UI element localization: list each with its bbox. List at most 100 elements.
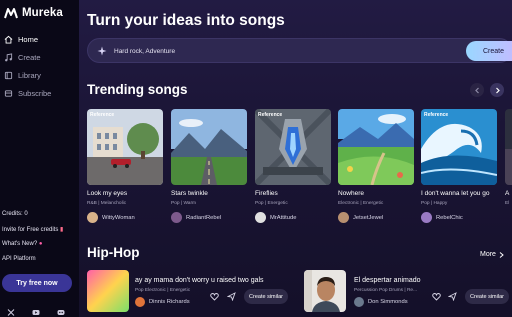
sidebar-item-subscribe[interactable]: Subscribe [4,89,51,98]
song-author[interactable]: Dinnis Richards [135,297,190,307]
app-window: Mureka Home Create Library Subscribe Cre… [0,0,512,317]
song-title: Stars twinkle [171,190,208,197]
song-cover[interactable] [338,109,414,185]
prompt-bar: Create [87,38,512,63]
try-free-button[interactable]: Try free now [2,274,72,292]
more-label: More [480,251,496,258]
x-icon[interactable] [7,309,15,316]
cover-image-mech [255,109,331,185]
song-title: Fireflies [255,190,278,197]
reference-badge: Reference [424,112,449,118]
song-tags: Percussion Pop Drums | Re... [354,288,418,293]
song-author[interactable]: RadiantRebel [171,212,221,223]
music-note-icon [5,53,13,62]
cover-image-valley [338,109,414,185]
song-card[interactable]: Reference Fireflies Pop | Energetic MrAt… [255,109,331,223]
trending-title: Trending songs [87,82,188,97]
create-similar-button[interactable]: Create similar [244,289,288,304]
song-tags: El [505,201,510,206]
song-card[interactable]: Reference Look my eyes R&B | Melancholic… [87,109,163,223]
invite-link[interactable]: Invite for Free credits ▮ [2,226,63,233]
song-tags: Pop | Happy [421,201,448,206]
api-platform-link[interactable]: API Platform [2,256,36,262]
song-card[interactable]: Stars twinkle Pop | Warm RadiantRebel [171,109,247,223]
heart-icon[interactable] [432,292,441,301]
thumbnail-portrait [304,270,346,312]
song-card[interactable]: Nowhere Electronic | Energetic JetsetJew… [338,109,414,223]
song-thumbnail[interactable] [304,270,346,312]
cover-image-mountain-road [171,109,247,185]
song-cover[interactable] [171,109,247,185]
logo[interactable]: Mureka [4,7,63,19]
sidebar: Mureka Home Create Library Subscribe Cre… [0,0,79,317]
list-item[interactable]: El despertar animado Percussion Pop Drum… [304,270,512,314]
carousel-next-button[interactable] [490,83,504,97]
song-cover[interactable]: Reference [255,109,331,185]
author-name: WittyWoman [102,214,135,221]
sidebar-item-home[interactable]: Home [4,35,38,44]
song-tags: Electronic | Energetic [338,201,384,206]
song-card[interactable]: Reference I don't wanna let you go Pop |… [421,109,497,223]
credits-count: Credits: 0 [2,211,28,217]
song-cover[interactable]: Reference [87,109,163,185]
song-author[interactable]: RebelChic [421,212,463,223]
song-tags: R&B | Melancholic [87,201,127,206]
app-name: Mureka [22,7,63,19]
avatar [338,212,349,223]
cover-image-street [87,109,163,185]
song-title: Nowhere [338,190,365,197]
logo-icon [4,8,18,19]
share-icon[interactable] [227,292,236,301]
song-tags: Pop | Warm [171,201,197,206]
song-title: El despertar animado [354,277,421,284]
sidebar-item-label: Subscribe [18,89,52,98]
carousel-prev-button[interactable] [470,83,484,97]
song-cover[interactable]: Reference [421,109,497,185]
sparkle-icon [97,46,107,56]
song-title: A [505,190,510,197]
song-author[interactable]: JetsetJewel [338,212,383,223]
more-link[interactable]: More [480,251,504,258]
subscribe-icon [4,90,13,97]
whats-new-link[interactable]: What's New? ● [2,241,42,247]
sidebar-item-create[interactable]: Create [4,53,41,62]
song-cover[interactable] [505,109,512,185]
avatar [171,212,182,223]
prompt-input[interactable] [114,44,444,58]
heart-icon[interactable] [210,292,219,301]
youtube-icon[interactable] [32,309,40,316]
sidebar-item-label: Library [18,71,41,80]
avatar [135,297,145,307]
avatar [255,212,266,223]
discord-icon[interactable] [57,309,65,316]
home-icon [4,35,13,44]
create-similar-button[interactable]: Create similar [465,289,509,304]
chevron-right-icon [495,87,500,93]
avatar [354,297,364,307]
song-thumbnail[interactable] [87,270,129,312]
reference-badge: Reference [258,112,283,118]
chevron-right-icon [499,251,504,258]
notification-dot-icon: ● [38,241,43,247]
chevron-left-icon [474,87,479,93]
song-author[interactable]: WittyWoman [87,212,135,223]
share-icon[interactable] [448,292,457,301]
song-title: I don't wanna let you go [421,190,490,197]
author-name: Dinnis Richards [149,299,190,305]
song-author[interactable]: MrAttitude [255,212,296,223]
library-icon [4,71,13,80]
sidebar-item-label: Home [18,35,39,44]
author-name: RadiantRebel [186,214,222,221]
cover-image-partial [505,109,512,185]
page-headline: Turn your ideas into songs [87,12,285,29]
sidebar-item-library[interactable]: Library [4,71,41,80]
invite-label: Invite for Free credits [2,227,59,233]
song-card[interactable]: A El [505,109,512,206]
song-tags: Pop Electronic | Energetic [135,288,191,293]
song-author[interactable]: Don Simmonds [354,297,408,307]
create-button[interactable]: Create [466,41,512,61]
author-name: RebelChic [436,214,463,221]
author-name: JetsetJewel [353,214,384,221]
avatar [87,212,98,223]
list-item[interactable]: ay ay mama don't worry u raised two gals… [87,270,299,314]
